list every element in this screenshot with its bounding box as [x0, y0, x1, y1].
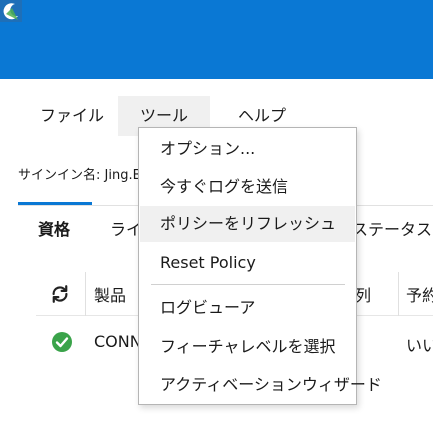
title-bar [0, 0, 433, 79]
menu-separator [151, 284, 345, 285]
menu-item-log-viewer[interactable]: ログビューア [140, 290, 355, 326]
menu-item-send-log-now[interactable]: 今すぐログを送信 [140, 169, 355, 205]
app-logo-icon [0, 0, 22, 22]
menu-item-reset-policy[interactable]: Reset Policy [140, 245, 355, 281]
table-cell-reservation: いい [406, 336, 433, 355]
column-header-column[interactable]: 列 [355, 282, 371, 306]
menu-item-activation-wizard[interactable]: アクティベーションウィザード [140, 367, 382, 403]
tools-dropdown-menu: オプション... 今すぐログを送信 ポリシーをリフレッシュ Reset Poli… [138, 127, 382, 405]
menu-item-options[interactable]: オプション... [140, 131, 355, 167]
active-tab-indicator [18, 202, 92, 205]
check-circle-icon [52, 332, 72, 352]
menu-item-select-feature-level[interactable]: フィーチャレベルを選択 [140, 329, 355, 365]
menu-item-refresh-policy[interactable]: ポリシーをリフレッシュ [140, 206, 355, 242]
tab-status[interactable]: ステータス [352, 206, 432, 258]
column-header-reservation[interactable]: 予約 [406, 282, 433, 306]
signin-label: サインイン名: Jing.B [18, 168, 142, 183]
column-header-product[interactable]: 製品 [94, 282, 126, 306]
table-cell-product: CONN [94, 332, 142, 351]
menu-file[interactable]: ファイル [30, 96, 114, 136]
tab-entitlements[interactable]: 資格 [38, 206, 70, 258]
column-separator [398, 272, 399, 316]
column-separator [85, 272, 86, 316]
refresh-icon[interactable] [49, 283, 71, 305]
